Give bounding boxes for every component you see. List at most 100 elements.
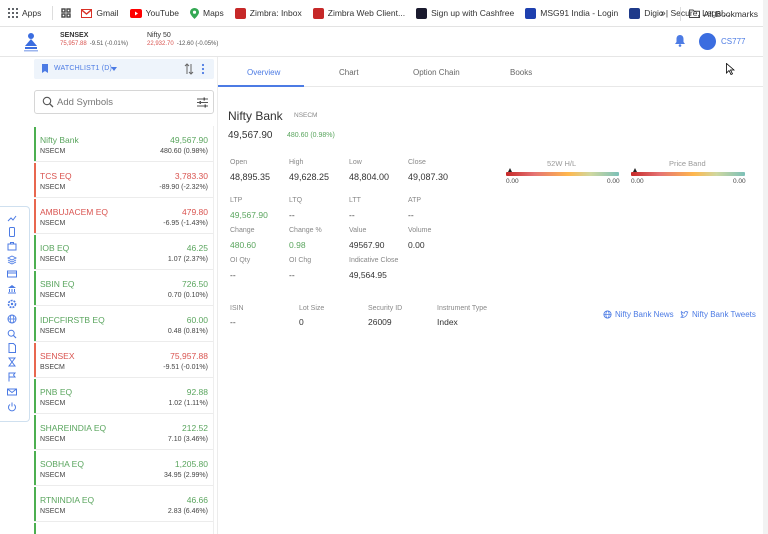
bookmark-cashfree[interactable]: Sign up with Cashfree xyxy=(416,7,514,19)
watchlist-item[interactable]: IOB EQ 46.25 NSECM 1.07 (2.37%) xyxy=(34,234,213,270)
ltp-value: 49,567.90 xyxy=(230,210,268,220)
tab-chart[interactable]: Chart xyxy=(339,68,359,77)
card-icon[interactable] xyxy=(7,269,17,279)
bank-icon[interactable] xyxy=(7,284,17,294)
volume-value: 0.00 xyxy=(408,240,425,250)
bookmark-youtube[interactable]: YouTube xyxy=(129,8,179,18)
watchlist-item[interactable]: AMBUJACEM EQ 479.80 NSECM -6.95 (-1.43%) xyxy=(34,198,213,234)
bookmark-divider xyxy=(679,6,681,21)
briefcase-icon[interactable] xyxy=(7,241,17,251)
ltp: 60.00 xyxy=(186,315,208,325)
ltq-value: -- xyxy=(289,210,295,220)
watchlist-item[interactable]: SHAREINDIA EQ 212.52 NSECM 7.10 (3.46%) xyxy=(34,414,213,450)
bookmark-grid[interactable] xyxy=(61,8,72,18)
bookmark-maps[interactable]: Maps xyxy=(189,7,224,19)
flag-icon[interactable] xyxy=(7,372,17,382)
index-sensex[interactable]: SENSEX 75,957.88 -9.51 (-0.01%) xyxy=(60,32,128,47)
watchlist-selector[interactable]: WATCHLIST1 (D) xyxy=(34,59,214,79)
instrument-type-label: Instrument Type xyxy=(437,305,488,312)
low-label: Low xyxy=(349,159,362,166)
watchlist-title: WATCHLIST1 (D) xyxy=(54,65,113,72)
watchlist-item[interactable]: IDFCFIRSTB EQ 60.00 NSECM 0.48 (0.81%) xyxy=(34,306,213,342)
bookmark-zimbra-inbox[interactable]: Zimbra: Inbox xyxy=(234,7,302,19)
index-name: SENSEX xyxy=(60,32,89,39)
user-name[interactable]: CS777 xyxy=(721,37,745,46)
watchlist-item[interactable]: SOBHA EQ 1,205.80 NSECM 34.95 (2.99%) xyxy=(34,450,213,486)
trend-bar xyxy=(34,307,36,341)
tab-overview[interactable]: Overview xyxy=(247,68,280,77)
bell-icon[interactable] xyxy=(674,34,686,47)
digio-icon xyxy=(629,7,641,19)
trend-bar xyxy=(34,343,36,377)
news-link[interactable]: Nifty Bank News xyxy=(615,310,674,319)
watchlist-item[interactable]: PNB EQ 92.88 NSECM 1.02 (1.11%) xyxy=(34,378,213,414)
document-icon[interactable] xyxy=(7,343,17,353)
gmail-icon xyxy=(81,8,93,18)
trend-bar xyxy=(34,235,36,269)
close-label: Close xyxy=(408,159,426,166)
bookmark-zimbra-web[interactable]: Zimbra Web Client... xyxy=(312,7,406,19)
band-52w-bar xyxy=(506,172,619,176)
change: 1.02 (1.11%) xyxy=(168,400,208,407)
symbol-title: Nifty Bank xyxy=(228,109,283,123)
watchlist-item[interactable]: Nifty Bank 49,567.90 NSECM 480.60 (0.98%) xyxy=(34,126,213,162)
ltp: 49,567.90 xyxy=(170,135,208,145)
tab-books[interactable]: Books xyxy=(510,68,532,77)
change: 480.60 (0.98%) xyxy=(160,148,208,155)
search-input[interactable] xyxy=(57,95,187,110)
indicative-close-value: 49,564.95 xyxy=(349,270,387,280)
tweets-link[interactable]: Nifty Bank Tweets xyxy=(692,310,756,319)
more-options-icon[interactable] xyxy=(201,63,205,75)
security-id-value: 26009 xyxy=(368,317,392,327)
watchlist-item[interactable]: SBIN EQ 726.50 NSECM 0.70 (0.10%) xyxy=(34,270,213,306)
more-bookmarks-button[interactable]: » xyxy=(660,8,666,19)
ltp: 3,783.30 xyxy=(174,171,208,181)
symbol: SHAREINDIA EQ xyxy=(40,423,107,433)
change-pct-value: 0.98 xyxy=(289,240,306,250)
all-bookmarks-button[interactable]: All Bookmarks xyxy=(688,9,758,19)
search-icon[interactable] xyxy=(7,329,17,339)
index-nifty50[interactable]: Nifty 50 22,932.70 -12.60 (-0.05%) xyxy=(147,32,218,47)
open-value: 48,895.35 xyxy=(230,172,271,182)
symbol: TCS EQ xyxy=(40,171,72,181)
zimbra-icon xyxy=(312,7,324,19)
bookmark-apps[interactable]: Apps xyxy=(8,8,41,18)
twitter-icon xyxy=(680,310,689,318)
trend-bar xyxy=(34,199,36,233)
sort-icon[interactable] xyxy=(184,63,194,75)
bookmark-gmail[interactable]: Gmail xyxy=(81,8,119,18)
high-label: High xyxy=(289,159,304,166)
trend-icon[interactable] xyxy=(7,213,17,223)
exchange: NSECM xyxy=(40,400,66,407)
watchlist-item[interactable]: SENSEX 75,957.88 BSECM -9.51 (-0.01%) xyxy=(34,342,213,378)
power-icon[interactable] xyxy=(7,402,17,412)
change: 7.10 (3.46%) xyxy=(167,436,208,443)
tab-option-chain[interactable]: Option Chain xyxy=(413,68,460,77)
bookmark-label: MSG91 India - Login xyxy=(540,8,619,18)
filter-icon[interactable] xyxy=(197,97,208,108)
detail-tabs: Overview Chart Option Chain Books xyxy=(218,59,768,87)
index-value: 75,957.88 xyxy=(60,41,87,47)
youtube-icon xyxy=(129,8,142,18)
change: 0.48 (0.81%) xyxy=(167,328,208,335)
symbol-change: 480.60 (0.98%) xyxy=(287,132,335,139)
watchlist-item[interactable] xyxy=(34,522,213,534)
brand-logo[interactable] xyxy=(22,32,40,52)
layers-icon[interactable] xyxy=(7,255,17,265)
bookmark-label: Zimbra Web Client... xyxy=(327,8,406,18)
globe-icon[interactable] xyxy=(7,314,17,324)
watchlist-item[interactable]: TCS EQ 3,783.30 NSECM -89.90 (-2.32%) xyxy=(34,162,213,198)
change-label: Change xyxy=(230,227,255,234)
bookmarks-bar: Apps Gmail YouTube Maps Zimbra: Inbox Zi… xyxy=(0,0,768,27)
avatar[interactable] xyxy=(699,33,716,50)
grid-icon xyxy=(61,8,72,18)
ltp: 92.88 xyxy=(186,387,208,397)
mail-icon[interactable] xyxy=(7,387,17,397)
mobile-icon[interactable] xyxy=(7,227,17,237)
instrument-type-value: Index xyxy=(437,317,458,327)
bookmark-msg91[interactable]: MSG91 India - Login xyxy=(525,7,619,19)
exchange: BSECM xyxy=(40,364,65,371)
watchlist-item[interactable]: RTNINDIA EQ 46.66 NSECM 2.83 (6.46%) xyxy=(34,486,213,522)
hourglass-icon[interactable] xyxy=(7,357,17,367)
settings-icon[interactable] xyxy=(7,299,17,309)
